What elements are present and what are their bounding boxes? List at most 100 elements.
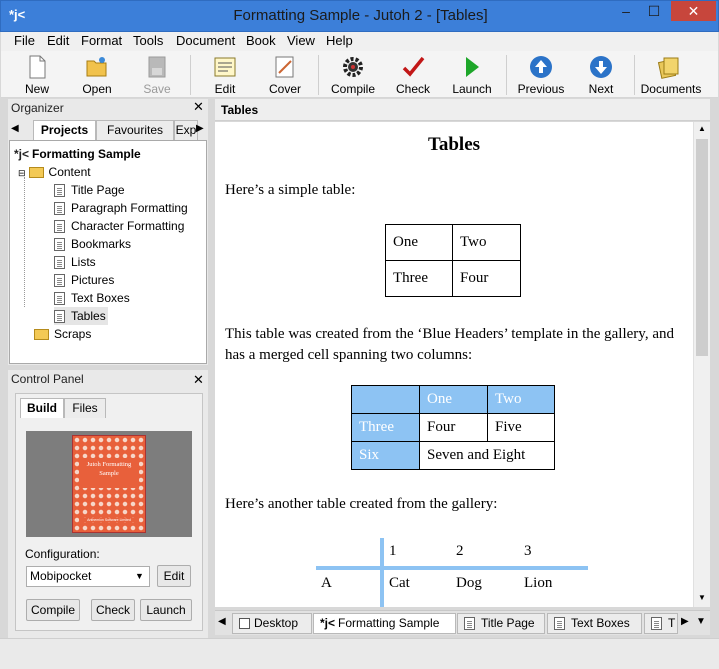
check-button[interactable]: Check [383, 53, 443, 96]
table-cell: 2 [456, 543, 464, 559]
tree-item-paragraph-formatting[interactable]: Paragraph Formatting [54, 199, 188, 217]
tab-formatting-sample[interactable]: *j< Formatting Sample [313, 613, 456, 634]
previous-button[interactable]: Previous [511, 53, 571, 96]
project-tree: *j< Formatting Sample ⊟ Content Title Page… [9, 140, 207, 364]
tab-explorer[interactable]: Exp [174, 120, 198, 140]
app-logo-icon: *j< [9, 7, 26, 22]
edit-button[interactable]: Edit [195, 53, 255, 96]
open-button[interactable]: Open [67, 53, 127, 96]
tab-scroll-right-icon[interactable]: ▶ [196, 123, 204, 134]
tree-content-folder[interactable]: ⊟ Content [18, 163, 91, 181]
tree-item-lists[interactable]: Lists [54, 253, 96, 271]
tab-title-page[interactable]: Title Page [457, 613, 545, 634]
tabs-scroll-right-icon[interactable]: ▶ [681, 616, 689, 627]
blue-headers-table: One Two Three Four Five Six Seven and Ei… [351, 385, 555, 470]
scrollbar-thumb[interactable] [696, 139, 708, 356]
menu-file[interactable]: File [14, 33, 35, 48]
table-cell: 3 [524, 543, 532, 559]
menu-tools[interactable]: Tools [133, 33, 163, 48]
menu-view[interactable]: View [287, 33, 315, 48]
tree-item-tables[interactable]: Tables [54, 307, 108, 325]
tab-scroll-left-icon[interactable]: ◀ [11, 123, 19, 134]
control-panel-close-icon[interactable]: ✕ [193, 372, 204, 388]
toolbar-separator [190, 55, 191, 95]
save-icon [148, 56, 166, 78]
launch-play-icon [466, 57, 479, 77]
open-folder-icon [86, 57, 107, 77]
documents-stack-icon [657, 57, 679, 79]
document-icon [54, 238, 65, 252]
simple-table: One Two Three Four [385, 224, 521, 297]
status-bar [0, 638, 719, 669]
table-cell: 1 [389, 543, 397, 559]
table-cell: Five [487, 413, 555, 442]
table-divider-vertical [380, 538, 384, 607]
minimize-button[interactable]: – [612, 1, 640, 21]
table-cell: Six [351, 441, 420, 470]
configuration-select[interactable]: Mobipocket ▼ [26, 566, 150, 587]
tree-item-bookmarks[interactable]: Bookmarks [54, 235, 131, 253]
page-heading: Tables [427, 134, 481, 155]
scroll-down-icon[interactable]: ▼ [698, 593, 706, 602]
tree-project[interactable]: *j< Formatting Sample [14, 145, 141, 163]
tab-tables[interactable]: T [644, 613, 678, 634]
new-button[interactable]: New [7, 53, 67, 96]
compile-build-button[interactable]: Compile [26, 599, 80, 621]
control-panel-title: Control Panel [8, 370, 208, 388]
scroll-up-icon[interactable]: ▲ [698, 124, 706, 133]
cover-thumbnail: Jutoh Formatting Sample Anthemion Softwa… [72, 435, 146, 533]
menu-help[interactable]: Help [326, 33, 353, 48]
document-icon [54, 292, 65, 306]
tree-item-title-page[interactable]: Title Page [54, 181, 125, 199]
menu-format[interactable]: Format [81, 33, 122, 48]
table-cell-merged: Seven and Eight [419, 441, 555, 470]
menu-document[interactable]: Document [176, 33, 235, 48]
config-edit-button[interactable]: Edit [157, 565, 191, 587]
tree-item-character-formatting[interactable]: Character Formatting [54, 217, 184, 235]
maximize-button[interactable]: ☐ [640, 1, 668, 21]
check-build-button[interactable]: Check [91, 599, 135, 621]
tabs-scroll-left-icon[interactable]: ◀ [218, 616, 226, 627]
control-panel-body: Build Files Jutoh Formatting Sample Anth… [15, 393, 203, 631]
menu-edit[interactable]: Edit [47, 33, 69, 48]
tree-item-text-boxes[interactable]: Text Boxes [54, 289, 130, 307]
launch-build-button[interactable]: Launch [140, 599, 192, 621]
tab-projects[interactable]: Projects [33, 120, 96, 140]
tab-favourites[interactable]: Favourites [96, 120, 174, 140]
document-icon [651, 617, 662, 631]
table-cell [351, 385, 420, 414]
cover-button[interactable]: Cover [255, 53, 315, 96]
table-divider-horizontal [316, 566, 588, 570]
gallery-table: 1 2 3 A Cat Dog Lion [316, 538, 588, 607]
save-button[interactable]: Save [127, 53, 187, 96]
table-cell: One [419, 385, 488, 414]
tab-desktop[interactable]: Desktop [232, 613, 312, 634]
document-editor[interactable]: Tables Here’s a simple table: One Two Th… [215, 122, 693, 607]
tree-scraps-folder[interactable]: Scraps [34, 325, 91, 343]
tabs-menu-icon[interactable]: ▼ [696, 616, 706, 627]
new-document-icon [29, 55, 46, 79]
organizer-title: Organizer [8, 99, 208, 117]
toolbar-separator [634, 55, 635, 95]
vertical-scrollbar[interactable]: ▲ ▼ [693, 122, 710, 607]
menu-book[interactable]: Book [246, 33, 276, 48]
document-icon [54, 202, 65, 216]
tab-build[interactable]: Build [20, 398, 64, 418]
toolbar: New Open Save Edit Cover Compile Check L… [1, 51, 718, 98]
toolbar-separator [506, 55, 507, 95]
table-cell: Four [452, 260, 521, 297]
close-window-button[interactable]: ✕ [671, 1, 716, 21]
table-cell: A [321, 575, 332, 591]
jutoh-project-icon: *j< [14, 147, 30, 161]
next-button[interactable]: Next [571, 53, 631, 96]
launch-button[interactable]: Launch [442, 53, 502, 96]
documents-button[interactable]: Documents [639, 53, 703, 96]
paragraph-3: Here’s another table created from the ga… [225, 496, 498, 512]
organizer-close-icon[interactable]: ✕ [193, 99, 204, 115]
table-cell: Three [385, 260, 453, 297]
tab-files[interactable]: Files [64, 398, 106, 418]
table-cell: Two [452, 224, 521, 261]
tab-text-boxes[interactable]: Text Boxes [547, 613, 642, 634]
compile-button[interactable]: Compile [323, 53, 383, 96]
tree-item-pictures[interactable]: Pictures [54, 271, 114, 289]
